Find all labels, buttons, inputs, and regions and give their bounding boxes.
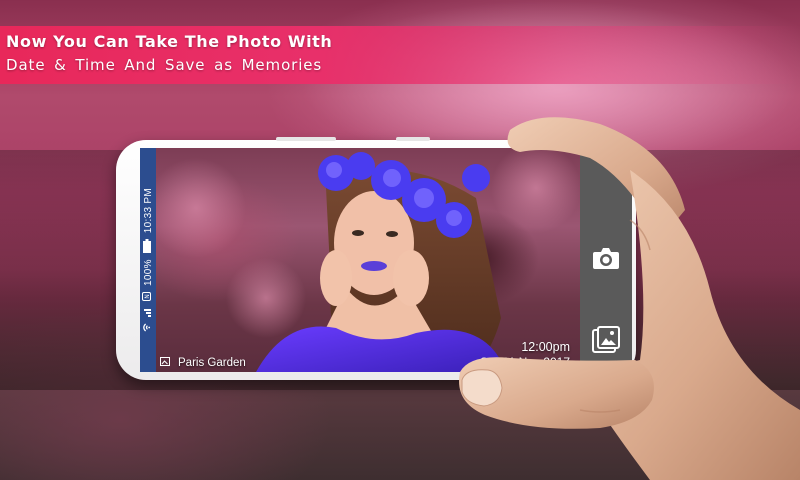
banner-headline: Now You Can Take The Photo With — [6, 32, 333, 51]
camera-preview[interactable]: Paris Garden 12:00pm Sat-21 Nov 2017 — [156, 148, 580, 372]
location-overlay: Paris Garden — [160, 357, 246, 369]
phone-volume-button — [276, 137, 336, 141]
battery-percent: 100% — [142, 259, 154, 286]
status-bar-content: N 100% 10:33 PM — [142, 188, 154, 332]
nfc-icon: N — [142, 291, 154, 301]
gallery-icon — [591, 325, 621, 360]
camera-icon — [592, 246, 620, 275]
status-bar: N 100% 10:33 PM — [140, 148, 156, 372]
camera-controls — [580, 148, 632, 372]
clock-text: 10:33 PM — [142, 188, 154, 234]
timestamp-date: Sat-21 Nov 2017 — [479, 355, 570, 369]
gallery-button[interactable] — [590, 325, 622, 360]
wifi-icon — [142, 323, 154, 332]
timestamp-time: 12:00pm — [521, 340, 570, 354]
signal-icon — [142, 307, 154, 317]
promo-banner: Now You Can Take The Photo With Date & T… — [0, 26, 800, 84]
location-text: Paris Garden — [178, 357, 246, 369]
banner-subline: Date & Time And Save as Memories — [6, 56, 323, 74]
preview-photo — [156, 148, 580, 372]
capture-button[interactable] — [590, 244, 622, 276]
phone-device: N 100% 10:33 PM Paris Garden 12:00pm Sat… — [116, 137, 636, 380]
battery-icon — [142, 239, 154, 254]
gallery-small-icon — [160, 357, 170, 369]
svg-text:N: N — [144, 294, 151, 299]
phone-power-button — [396, 137, 430, 141]
